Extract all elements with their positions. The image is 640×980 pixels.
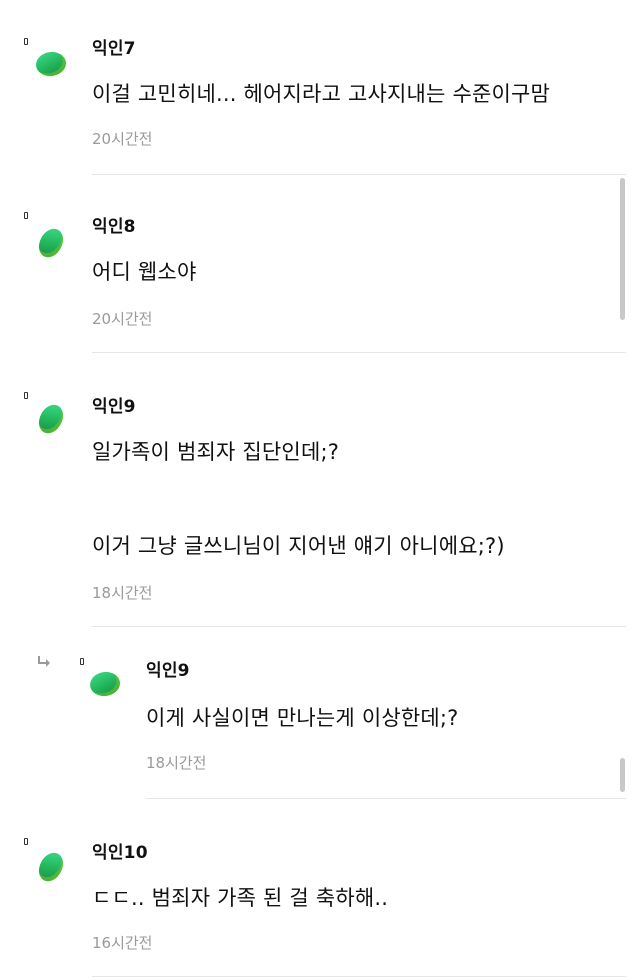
- divider: [92, 352, 626, 353]
- comment-time: 20시간전: [92, 130, 153, 148]
- divider: [146, 798, 626, 799]
- scrollbar-thumb[interactable]: [620, 178, 625, 320]
- divider: [92, 626, 626, 627]
- comment-text: 이거 그냥 글쓰니님이 지어낸 얘기 아니에요;?): [92, 534, 505, 558]
- marker-icon: [24, 212, 28, 219]
- comment-text: 이게 사실이면 만나는게 이상한데;?: [146, 706, 459, 730]
- marker-icon: [24, 38, 28, 45]
- avatar-icon[interactable]: [88, 670, 122, 698]
- avatar-icon[interactable]: [34, 400, 68, 438]
- divider: [92, 976, 626, 977]
- comment-text: ㄷㄷ.. 범죄자 가족 된 걸 축하해..: [92, 886, 389, 910]
- comment-nickname[interactable]: 익인8: [92, 212, 136, 237]
- comment-time: 16시간전: [92, 934, 153, 952]
- comment-time: 20시간전: [92, 310, 153, 328]
- reply-arrow-icon: [38, 656, 50, 667]
- scrollbar-thumb[interactable]: [620, 758, 625, 792]
- comment-nickname[interactable]: 익인9: [146, 656, 190, 681]
- comment-text: 일가족이 범죄자 집단인데;?: [92, 440, 340, 464]
- comment-nickname[interactable]: 익인9: [92, 392, 136, 417]
- comment-nickname[interactable]: 익인10: [92, 838, 148, 863]
- comment-text: 어디 웹소야: [92, 260, 197, 284]
- comment-text: 이걸 고민히네... 헤어지라고 고사지내는 수준이구맘: [92, 82, 551, 106]
- marker-icon: [24, 392, 28, 399]
- avatar-icon[interactable]: [34, 50, 68, 78]
- marker-icon: [24, 838, 28, 845]
- comment-time: 18시간전: [92, 584, 153, 602]
- divider: [92, 174, 626, 175]
- avatar-icon[interactable]: [34, 848, 68, 886]
- marker-icon: [80, 658, 84, 665]
- avatar-icon[interactable]: [34, 224, 68, 262]
- comment-time: 18시간전: [146, 754, 207, 772]
- comment-nickname[interactable]: 익인7: [92, 34, 136, 59]
